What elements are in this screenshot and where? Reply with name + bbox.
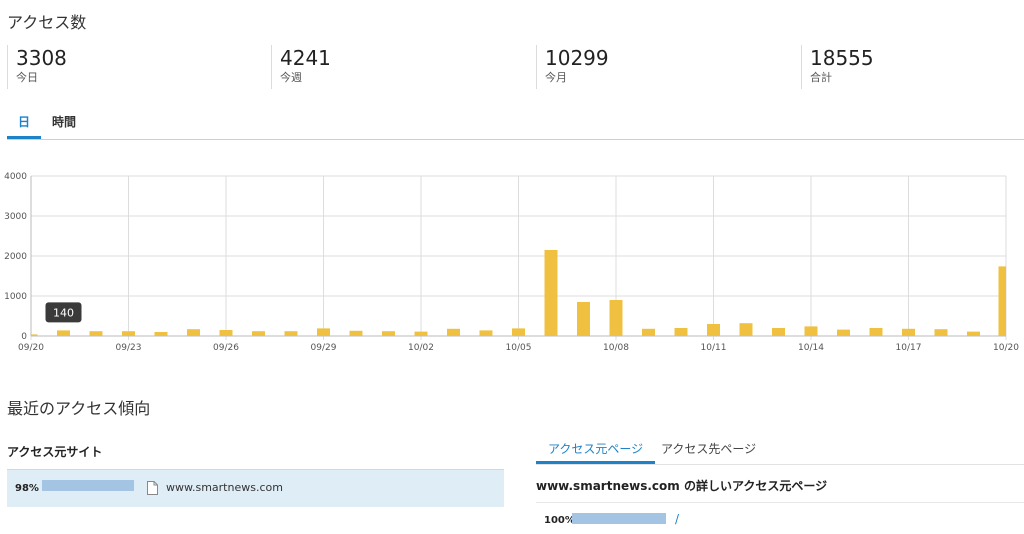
chart-bar [252, 331, 265, 336]
chart-bar [837, 329, 850, 336]
x-tick-label: 09/26 [213, 343, 239, 353]
tooltip-value: 140 [53, 306, 74, 319]
stat-month-label: 今月 [545, 71, 567, 84]
chart-bar [577, 302, 590, 336]
detail-percent: 100% [544, 515, 575, 526]
tab-destination-page[interactable]: アクセス先ページ [649, 440, 768, 461]
chart-bar [479, 330, 493, 336]
stat-total-label: 合計 [810, 71, 832, 84]
trend-title: 最近のアクセス傾向 [7, 399, 151, 418]
chart-bar [122, 331, 135, 336]
referrer-row[interactable]: 98% www.smartnews.com [7, 469, 504, 507]
chart-bar [804, 326, 818, 336]
stat-total: 18555 合計 [801, 45, 874, 89]
chart-tabs: 日 時間 [7, 114, 1024, 140]
chart-bar [317, 328, 330, 336]
stat-month-value: 10299 [545, 46, 609, 70]
chart-bar [284, 331, 298, 336]
x-tick-label: 10/05 [506, 343, 532, 353]
x-tick-label: 10/02 [408, 343, 434, 353]
x-tick-label: 10/11 [701, 343, 727, 353]
detail-divider [536, 502, 1024, 503]
chart-bar [642, 328, 655, 336]
page-title: アクセス数 [7, 13, 87, 32]
y-tick-label: 2000 [4, 252, 27, 262]
y-tick-label: 0 [21, 332, 27, 342]
chart-bar [707, 324, 720, 336]
stat-today: 3308 今日 [7, 45, 67, 89]
chart-bar [414, 331, 428, 336]
tab-referrer-page[interactable]: アクセス元ページ [536, 440, 656, 464]
referrer-percent: 98% [15, 483, 39, 494]
stat-month: 10299 今月 [536, 45, 609, 89]
page-tabs: アクセス元ページ アクセス先ページ [536, 430, 1024, 465]
x-tick-label: 10/08 [603, 343, 629, 353]
stat-week-label: 今週 [280, 71, 302, 84]
stat-week: 4241 今週 [271, 45, 331, 89]
chart-bar [187, 329, 200, 336]
detail-meter-fill [572, 513, 666, 524]
x-tick-label: 10/17 [896, 343, 922, 353]
detail-row[interactable]: 100% / [536, 511, 1024, 529]
chart-bar [674, 328, 688, 336]
page-icon [147, 481, 158, 495]
y-tick-label: 1000 [4, 292, 27, 302]
chart-bar [219, 330, 233, 336]
chart-bar [89, 331, 103, 336]
referrer-meter-fill [42, 480, 135, 491]
chart-bar [512, 328, 525, 336]
chart-bar [447, 328, 460, 336]
chart-bar [967, 331, 980, 336]
referrer-site-link[interactable]: www.smartnews.com [166, 481, 283, 494]
y-tick-label: 3000 [4, 212, 27, 222]
y-tick-label: 4000 [4, 172, 27, 182]
chart-bar [739, 323, 753, 336]
stat-today-value: 3308 [16, 46, 67, 70]
chart-bar [934, 329, 948, 336]
chart-bar [998, 266, 1006, 336]
chart-bar [902, 328, 915, 336]
referrer-sites-title: アクセス元サイト [7, 445, 103, 459]
chart-bar [349, 330, 363, 336]
detail-meter [572, 513, 666, 524]
chart-bar [869, 328, 883, 336]
chart-bar [154, 332, 168, 336]
chart-bar [772, 328, 785, 336]
x-tick-label: 09/20 [18, 343, 44, 353]
chart-bar [609, 300, 623, 336]
stat-week-value: 4241 [280, 46, 331, 70]
x-tick-label: 09/29 [311, 343, 337, 353]
stat-total-value: 18555 [810, 46, 874, 70]
referrer-meter [42, 480, 136, 491]
tab-hour[interactable]: 時間 [41, 114, 87, 136]
chart-bar [382, 331, 395, 336]
detail-title: www.smartnews.com の詳しいアクセス元ページ [536, 479, 828, 493]
access-bar-chart: 0 1000 2000 3000 4000 09/20 09/23 09/26 09/29 10… [4, 172, 1019, 353]
x-tick-label: 10/14 [798, 343, 824, 353]
stat-today-label: 今日 [16, 71, 38, 84]
chart-bar [31, 334, 38, 336]
chart-bar [544, 250, 558, 336]
x-tick-label: 10/20 [993, 343, 1019, 353]
chart-bar [57, 330, 70, 336]
tab-day[interactable]: 日 [7, 114, 42, 139]
x-tick-label: 09/23 [116, 343, 142, 353]
detail-path-link[interactable]: / [675, 512, 679, 526]
